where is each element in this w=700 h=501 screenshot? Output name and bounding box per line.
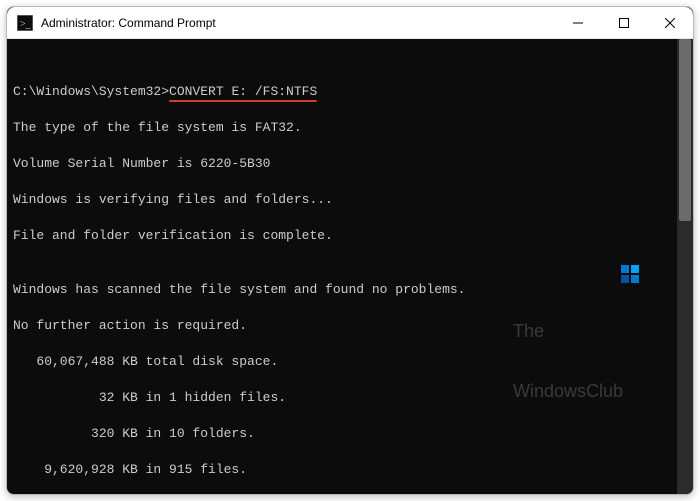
output-line: 320 KB in 10 folders. xyxy=(13,425,693,443)
titlebar[interactable]: >_ Administrator: Command Prompt xyxy=(7,7,693,39)
vertical-scrollbar[interactable] xyxy=(677,39,693,494)
minimize-button[interactable] xyxy=(555,7,601,38)
output-line: 9,620,928 KB in 915 files. xyxy=(13,461,693,479)
output-line: Windows is verifying files and folders..… xyxy=(13,191,693,209)
terminal-output[interactable]: C:\Windows\System32>CONVERT E: /FS:NTFS … xyxy=(7,39,693,494)
typed-command: CONVERT E: /FS:NTFS xyxy=(169,83,317,101)
command-prompt-window: >_ Administrator: Command Prompt C:\Wind… xyxy=(6,6,694,495)
maximize-button[interactable] xyxy=(601,7,647,38)
output-line: Windows has scanned the file system and … xyxy=(13,281,693,299)
output-line: No further action is required. xyxy=(13,317,693,335)
output-line: 32 KB in 1 hidden files. xyxy=(13,389,693,407)
window-title: Administrator: Command Prompt xyxy=(41,16,555,30)
svg-text:>_: >_ xyxy=(20,19,32,30)
output-line: 60,067,488 KB total disk space. xyxy=(13,353,693,371)
scrollbar-thumb[interactable] xyxy=(679,39,691,221)
command-line: C:\Windows\System32>CONVERT E: /FS:NTFS xyxy=(13,83,693,101)
output-line: The type of the file system is FAT32. xyxy=(13,119,693,137)
window-controls xyxy=(555,7,693,38)
close-button[interactable] xyxy=(647,7,693,38)
cmd-icon: >_ xyxy=(17,15,33,31)
output-line: Volume Serial Number is 6220-5B30 xyxy=(13,155,693,173)
prompt-path: C:\Windows\System32> xyxy=(13,84,169,99)
output-line: File and folder verification is complete… xyxy=(13,227,693,245)
